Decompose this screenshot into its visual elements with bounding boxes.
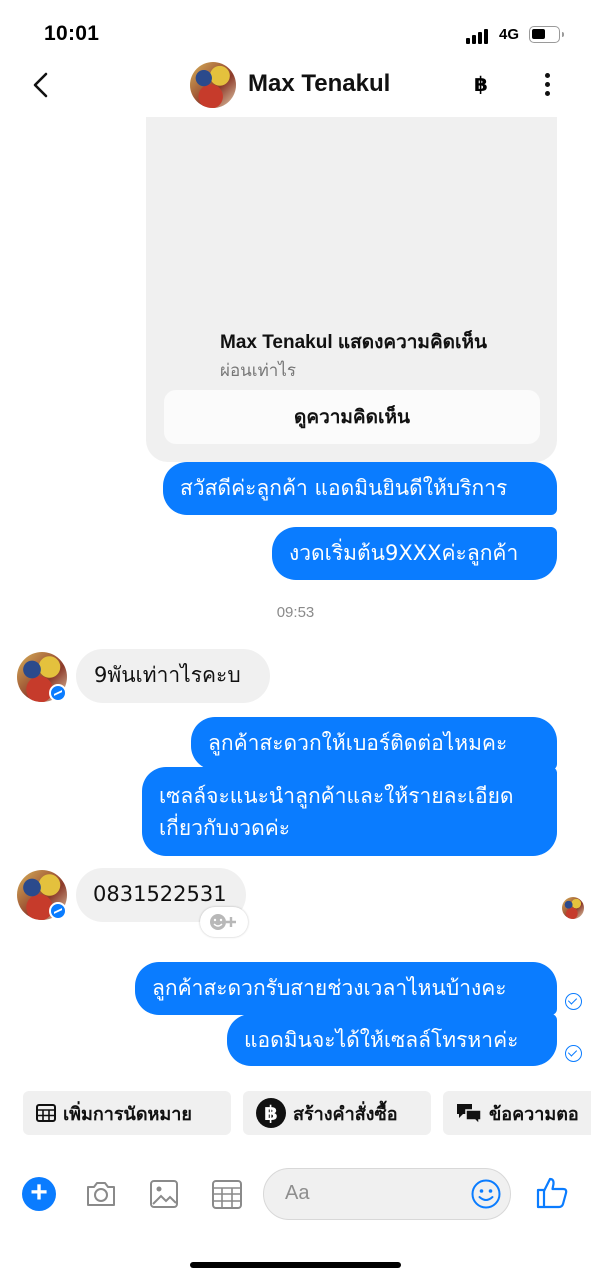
add-button[interactable]: + xyxy=(22,1177,56,1211)
calendar-icon xyxy=(212,1180,242,1209)
post-comment-header: Max Tenakul แสดงความคิดเห็น xyxy=(220,327,487,357)
more-options-button[interactable] xyxy=(537,72,557,98)
seen-avatar xyxy=(562,897,584,919)
gallery-button[interactable] xyxy=(148,1177,180,1215)
baht-icon: ฿ xyxy=(255,1097,287,1129)
message-bubble-outgoing[interactable]: ลูกค้าสะดวกรับสายช่วงเวลาไหนบ้างคะ xyxy=(135,962,557,1015)
add-reaction-button[interactable] xyxy=(200,907,248,937)
chip-label: ข้อความตอ xyxy=(489,1103,579,1125)
svg-text:฿: ฿ xyxy=(264,1101,278,1125)
calendar-button[interactable] xyxy=(210,1177,244,1215)
back-button[interactable] xyxy=(26,66,56,104)
calendar-icon xyxy=(35,1102,57,1124)
message-bubble-incoming[interactable]: 9พันเท่าาไรคะบ xyxy=(76,649,270,703)
contact-name[interactable]: Max Tenakul xyxy=(248,70,390,98)
camera-button[interactable] xyxy=(84,1177,118,1215)
battery-icon xyxy=(529,26,564,43)
chip-label: เพิ่มการนัดหมาย xyxy=(63,1103,192,1125)
message-bubble-outgoing[interactable]: ลูกค้าสะดวกให้เบอร์ติดต่อไหมคะ xyxy=(191,717,557,770)
signal-icon xyxy=(466,28,492,44)
message-input[interactable]: Aa xyxy=(263,1168,511,1220)
chevron-left-icon xyxy=(33,72,48,98)
contact-avatar[interactable] xyxy=(190,62,236,108)
messenger-badge-icon xyxy=(49,684,67,702)
message-bubble-outgoing[interactable]: เซลล์จะแนะนำลูกค้าและให้รายละเอียด เกี่ย… xyxy=(142,767,557,856)
saved-replies-chip[interactable]: ข้อความตอ xyxy=(443,1091,591,1135)
image-icon xyxy=(150,1180,178,1208)
message-bubble-outgoing[interactable]: งวดเริ่มต้น9XXXค่ะลูกค้า xyxy=(272,527,557,580)
message-input-placeholder: Aa xyxy=(285,1182,310,1204)
payment-button[interactable]: ฿ xyxy=(474,72,488,96)
post-action: แสดงความคิดเห็น xyxy=(337,332,488,353)
post-comment-text: ผ่อนเท่าไร xyxy=(220,361,297,381)
camera-icon xyxy=(87,1182,115,1206)
emoji-icon xyxy=(471,1179,501,1209)
message-bubble-outgoing[interactable]: สวัสดีค่ะลูกค้า แอดมินยินดีให้บริการ xyxy=(163,462,557,515)
smiley-plus-icon xyxy=(210,914,236,930)
network-label: 4G xyxy=(499,26,520,43)
like-button[interactable] xyxy=(534,1175,570,1215)
message-bubble-outgoing[interactable]: แอดมินจะได้ให้เซลล์โทรหาค่ะ xyxy=(227,1014,557,1066)
post-author: Max Tenakul xyxy=(220,332,333,353)
messenger-badge-icon xyxy=(49,902,67,920)
chip-label: สร้างคำสั่งซื้อ xyxy=(293,1103,398,1125)
emoji-button[interactable] xyxy=(470,1178,502,1210)
add-appointment-chip[interactable]: เพิ่มการนัดหมาย xyxy=(23,1091,231,1135)
view-comment-button[interactable]: ดูความคิดเห็น xyxy=(164,390,540,444)
delivered-check-icon xyxy=(565,993,582,1010)
delivered-check-icon xyxy=(565,1045,582,1062)
status-time: 10:01 xyxy=(44,22,100,45)
home-indicator xyxy=(190,1262,401,1268)
message-timestamp: 09:53 xyxy=(276,604,315,621)
thumbs-up-icon xyxy=(536,1177,568,1209)
create-order-chip[interactable]: ฿ สร้างคำสั่งซื้อ xyxy=(243,1091,431,1135)
chat-bubbles-icon xyxy=(455,1101,483,1125)
